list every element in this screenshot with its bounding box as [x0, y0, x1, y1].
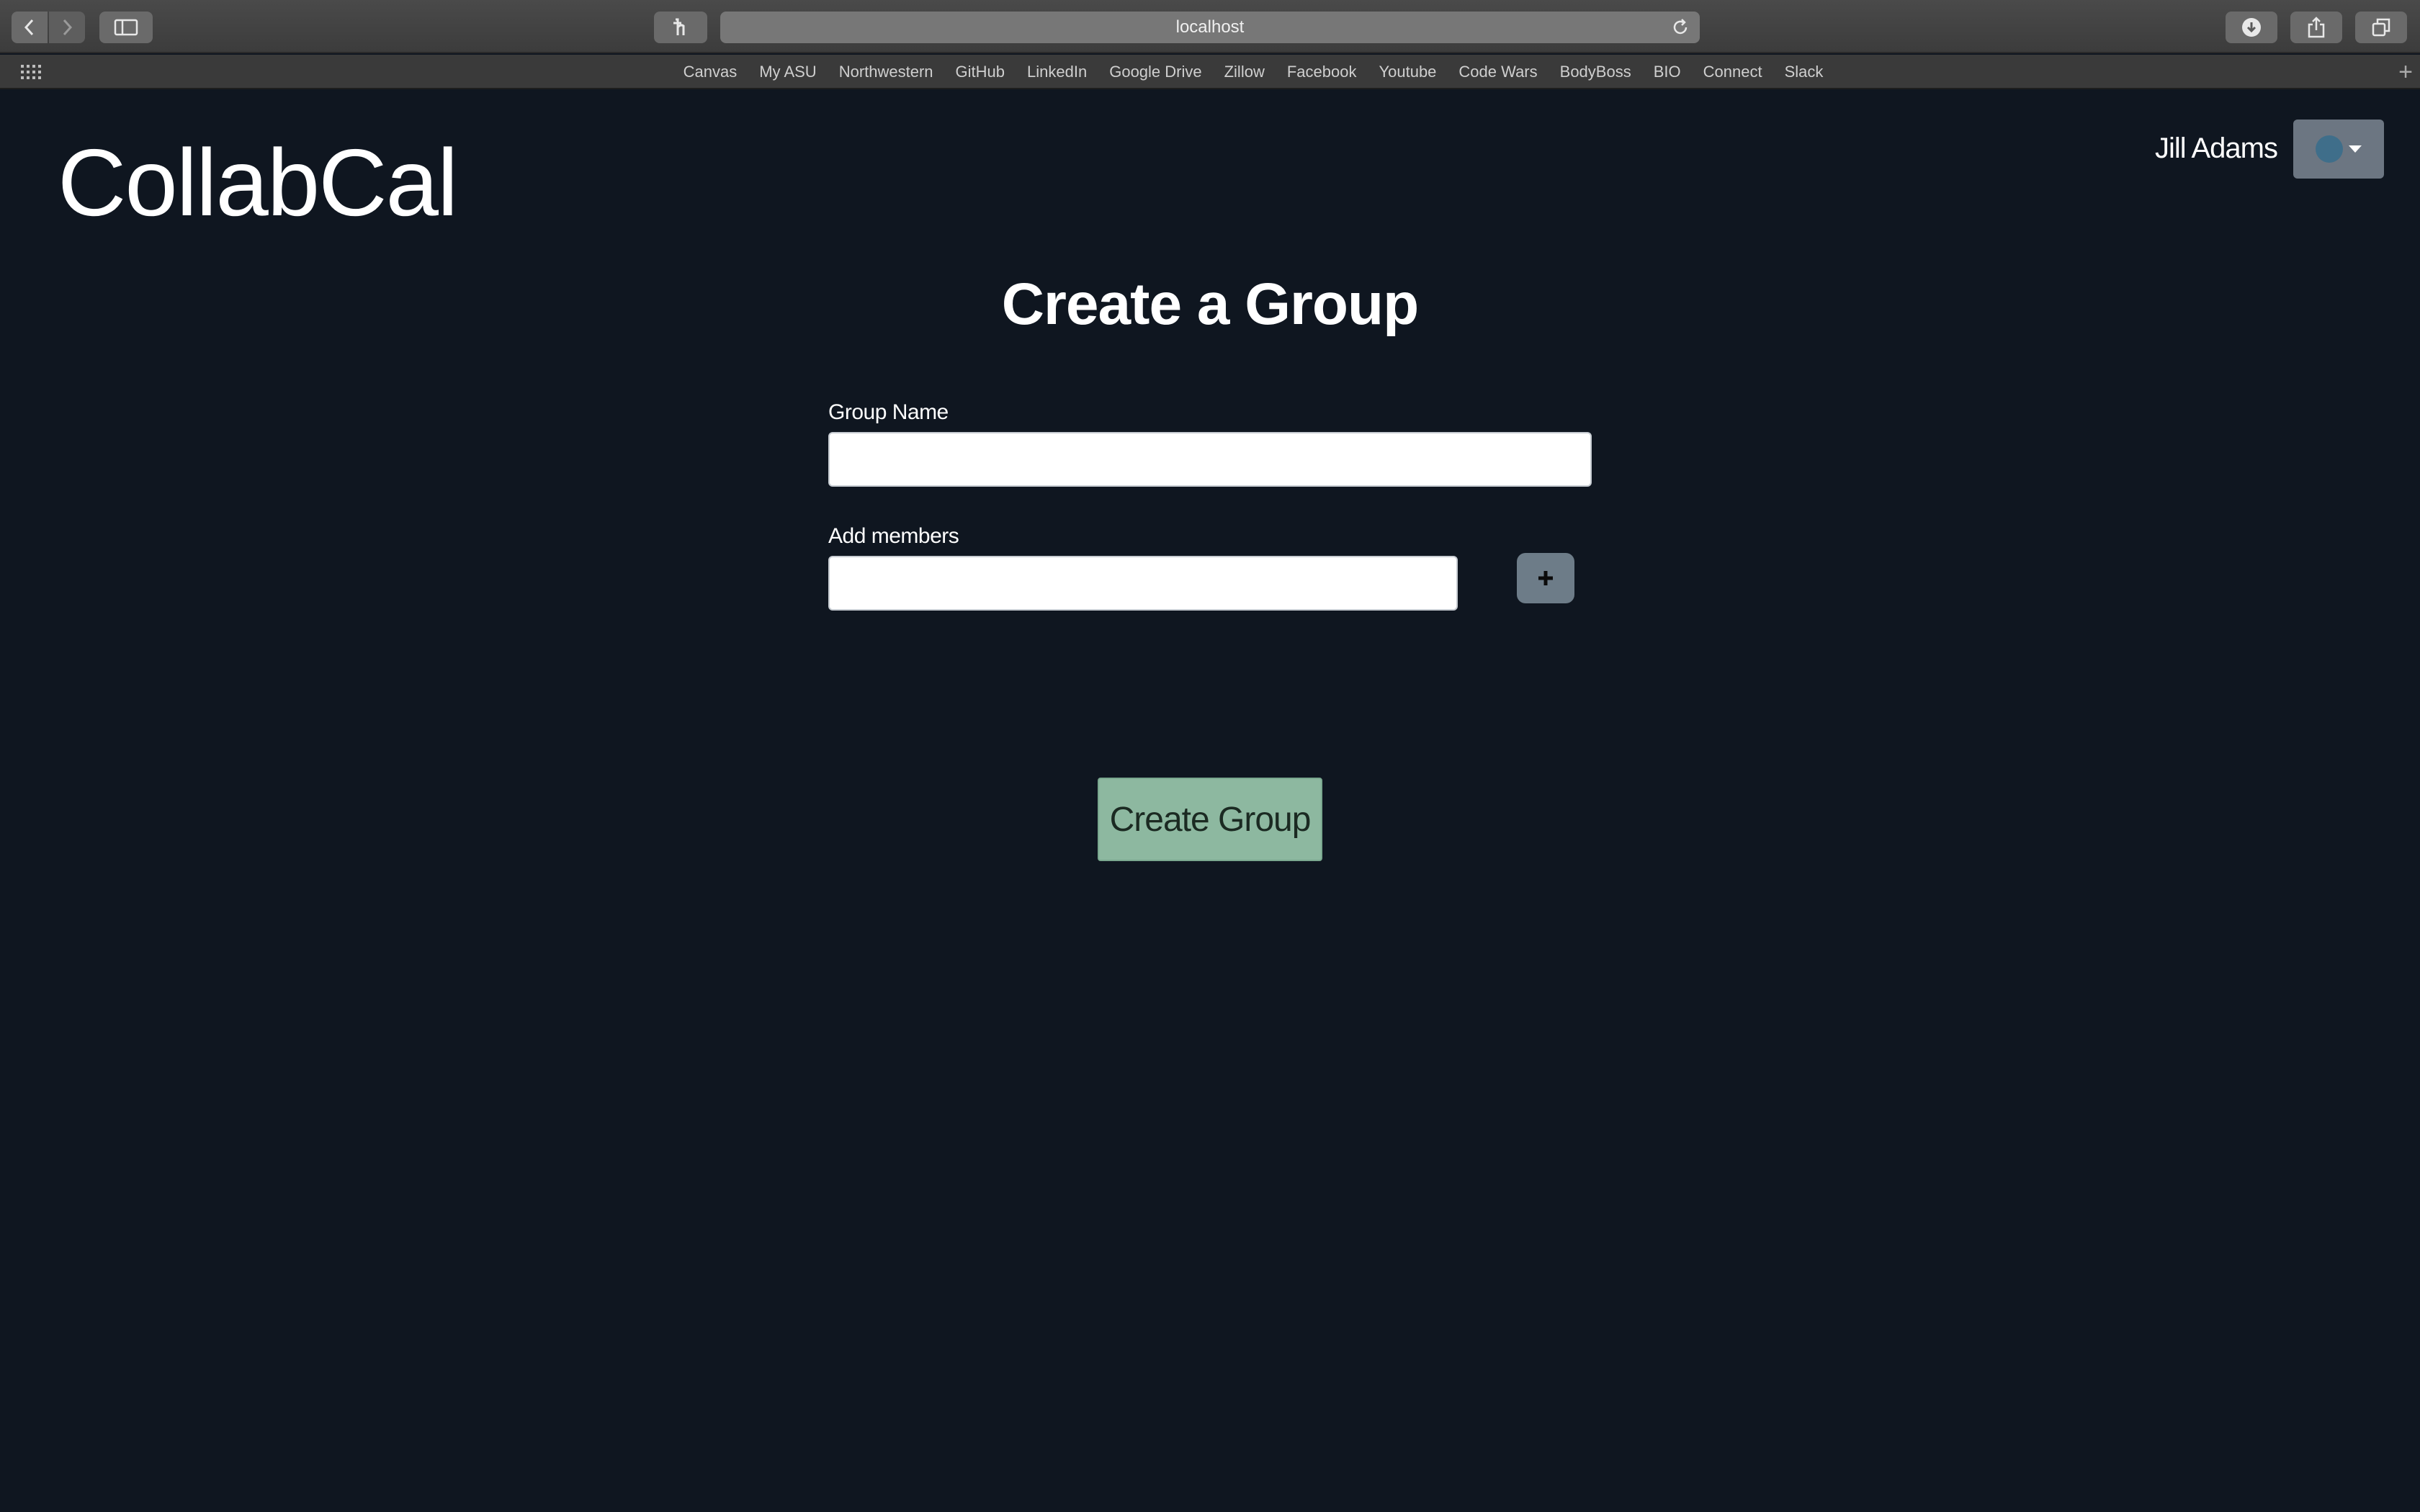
forward-button[interactable] [49, 12, 85, 43]
sidebar-icon [114, 19, 138, 36]
bookmark-google-drive[interactable]: Google Drive [1109, 63, 1201, 81]
app-logo[interactable]: CollabCal [58, 135, 458, 230]
add-members-label: Add members [828, 524, 959, 548]
back-icon [24, 19, 34, 36]
group-name-label: Group Name [828, 400, 949, 424]
extension-button[interactable] [654, 12, 707, 43]
bookmark-bodyboss[interactable]: BodyBoss [1560, 63, 1631, 81]
reload-icon[interactable] [1671, 18, 1690, 42]
extension-icon [673, 18, 685, 35]
bookmark-connect[interactable]: Connect [1703, 63, 1762, 81]
bookmark-zillow[interactable]: Zillow [1224, 63, 1265, 81]
bookmark-my-asu[interactable]: My ASU [759, 63, 816, 81]
downloads-button[interactable] [2226, 12, 2277, 43]
page-title: Create a Group [1001, 271, 1419, 337]
tabs-icon [2372, 18, 2390, 37]
app-page: CollabCal Jill Adams Create a Group Grou… [0, 91, 2420, 1512]
back-button[interactable] [12, 12, 48, 43]
forward-icon [63, 19, 73, 36]
bookmark-list: Canvas My ASU Northwestern GitHub Linked… [0, 55, 2420, 89]
bookmark-facebook[interactable]: Facebook [1287, 63, 1357, 81]
address-bar[interactable]: localhost [720, 12, 1700, 43]
browser-toolbar: localhost [0, 0, 2420, 53]
plus-icon [1538, 571, 1553, 585]
share-icon [2308, 17, 2325, 38]
avatar [2316, 135, 2343, 163]
bookmark-northwestern[interactable]: Northwestern [839, 63, 933, 81]
new-tab-plus-icon[interactable]: + [2398, 60, 2413, 84]
bookmark-canvas[interactable]: Canvas [684, 63, 738, 81]
bookmark-youtube[interactable]: Youtube [1379, 63, 1436, 81]
download-icon [2242, 18, 2261, 37]
bookmark-slack[interactable]: Slack [1785, 63, 1824, 81]
address-text: localhost [1175, 17, 1245, 37]
bookmarks-bar: Canvas My ASU Northwestern GitHub Linked… [0, 55, 2420, 89]
share-button[interactable] [2290, 12, 2342, 43]
user-menu-button[interactable] [2293, 120, 2384, 179]
caret-down-icon [2349, 145, 2362, 153]
bookmark-github[interactable]: GitHub [956, 63, 1005, 81]
create-group-button[interactable]: Create Group [1098, 778, 1322, 861]
bookmark-linkedin[interactable]: LinkedIn [1027, 63, 1087, 81]
sidebar-toggle-button[interactable] [99, 12, 153, 43]
user-name: Jill Adams [2154, 132, 2278, 164]
add-member-button[interactable] [1517, 553, 1574, 603]
add-members-input[interactable] [828, 556, 1458, 611]
bookmark-bio[interactable]: BIO [1654, 63, 1681, 81]
tabs-overview-button[interactable] [2355, 12, 2407, 43]
group-name-input[interactable] [828, 432, 1592, 487]
bookmark-code-wars[interactable]: Code Wars [1458, 63, 1537, 81]
